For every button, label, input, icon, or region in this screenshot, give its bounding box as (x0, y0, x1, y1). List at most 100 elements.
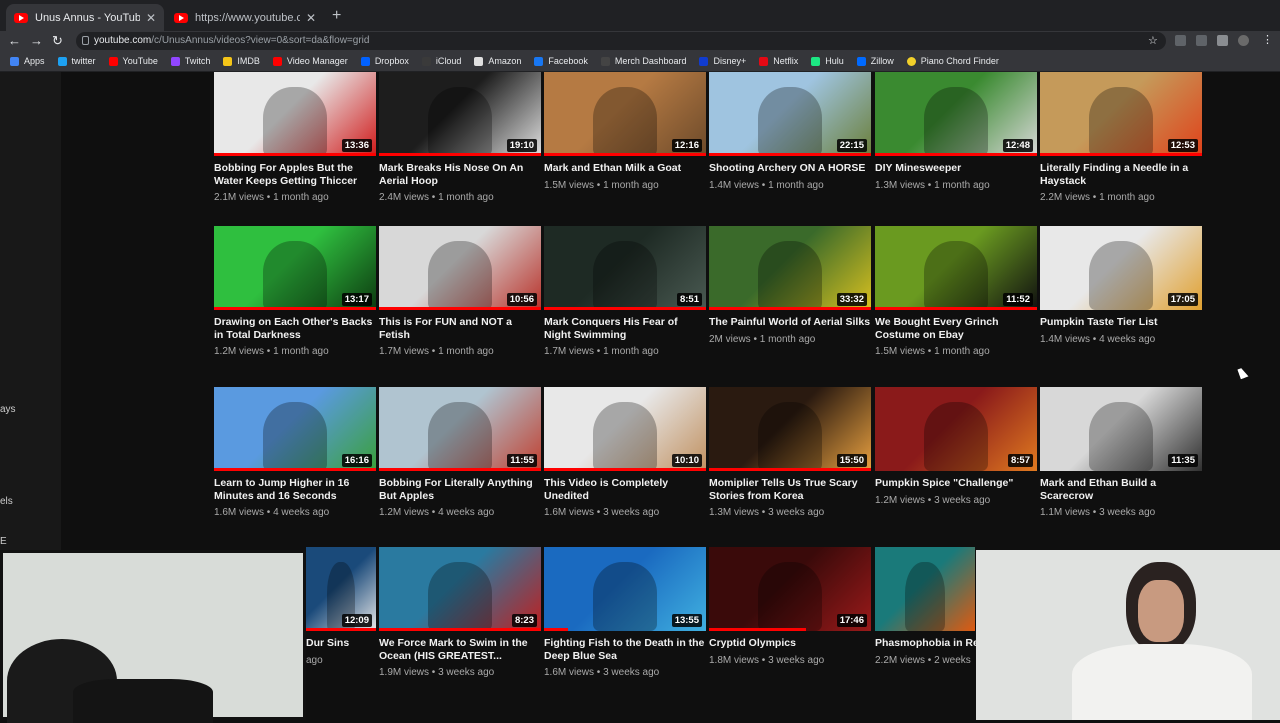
video-thumbnail[interactable]: 8:57 (875, 387, 1037, 471)
extension-icon[interactable] (1196, 35, 1207, 46)
bookmark-twitter[interactable]: twitter (57, 56, 96, 66)
video-title[interactable]: We Force Mark to Swim in the Ocean (HIS … (379, 637, 541, 662)
video-title[interactable]: Literally Finding a Needle in a Haystack (1040, 162, 1202, 187)
bookmark-apps[interactable]: Apps (10, 56, 45, 66)
video-title[interactable]: Momiplier Tells Us True Scary Stories fr… (709, 477, 871, 502)
video-card[interactable]: 8:51 Mark Conquers His Fear of Night Swim… (544, 226, 706, 357)
sidebar-fragment[interactable]: ays (0, 404, 16, 415)
video-thumbnail[interactable]: 19:10 (379, 72, 541, 156)
video-title[interactable]: The Painful World of Aerial Silks (709, 316, 871, 329)
bookmark-facebook[interactable]: Facebook (534, 56, 588, 66)
bookmark-disney[interactable]: Disney+ (699, 56, 746, 66)
video-card[interactable]: 22:15 Shooting Archery ON A HORSE 1.4M vie… (709, 72, 871, 191)
video-card[interactable]: 10:10 This Video is Completely Unedited 1.… (544, 387, 706, 518)
video-title[interactable]: This is For FUN and NOT a Fetish (379, 316, 541, 341)
video-title[interactable]: Bobbing For Literally Anything But Apple… (379, 477, 541, 502)
video-title[interactable]: Drawing on Each Other's Backs in Total D… (214, 316, 376, 341)
video-title[interactable]: Pumpkin Spice "Challenge" (875, 477, 1037, 490)
video-card[interactable]: 11:52 We Bought Every Grinch Costume on E… (875, 226, 1037, 357)
video-title[interactable]: This Video is Completely Unedited (544, 477, 706, 502)
address-bar[interactable]: youtube.com/c/UnusAnnus/videos?view=0&so… (76, 32, 1166, 50)
video-thumbnail[interactable]: 12:53 (1040, 72, 1202, 156)
bookmark-merch[interactable]: Merch Dashboard (600, 56, 686, 66)
video-thumbnail[interactable]: 10:56 (379, 226, 541, 310)
video-card[interactable]: 16:16 Learn to Jump Higher in 16 Minutes … (214, 387, 376, 518)
video-card[interactable]: 11:55 Bobbing For Literally Anything But … (379, 387, 541, 518)
sidebar-fragment[interactable]: els (0, 496, 13, 507)
bookmark-piano[interactable]: Piano Chord Finder (906, 56, 999, 66)
video-title[interactable]: Dur Sins (306, 637, 376, 650)
video-title[interactable]: DIY Minesweeper (875, 162, 1037, 175)
bookmark-imdb[interactable]: IMDB (223, 56, 260, 66)
video-thumbnail[interactable]: 11:52 (875, 226, 1037, 310)
new-tab-button[interactable]: + (332, 7, 341, 25)
video-thumbnail[interactable]: 17:46 (709, 547, 871, 631)
close-icon[interactable]: ✕ (306, 11, 316, 25)
video-thumbnail[interactable]: 12:09 (306, 547, 376, 631)
video-thumbnail[interactable]: 11:55 (379, 387, 541, 471)
bookmark-zillow[interactable]: Zillow (856, 56, 894, 66)
video-card[interactable]: 15:50 Momiplier Tells Us True Scary Stori… (709, 387, 871, 518)
video-thumbnail[interactable]: 33:32 (709, 226, 871, 310)
video-card[interactable]: 10:56 This is For FUN and NOT a Fetish 1.7… (379, 226, 541, 357)
video-card[interactable]: 13:55 Fighting Fish to the Death in the D… (544, 547, 706, 678)
video-thumbnail[interactable]: 10:10 (544, 387, 706, 471)
mouse-cursor-icon (1237, 366, 1249, 380)
video-card[interactable]: 8:23 We Force Mark to Swim in the Ocean (… (379, 547, 541, 678)
puzzle-icon[interactable] (1217, 35, 1228, 46)
video-thumbnail[interactable]: 12:16 (544, 72, 706, 156)
bookmark-hulu[interactable]: Hulu (811, 56, 844, 66)
video-title[interactable]: Learn to Jump Higher in 16 Minutes and 1… (214, 477, 376, 502)
video-thumbnail[interactable]: 13:55 (544, 547, 706, 631)
video-thumbnail[interactable]: 22:15 (709, 72, 871, 156)
video-card[interactable]: 8:57 Pumpkin Spice "Challenge" 1.2M views … (875, 387, 1037, 506)
tab-youtube-live[interactable]: https://www.youtube.com/live ✕ (166, 4, 324, 31)
video-card[interactable]: 17:46 Cryptid Olympics 1.8M views • 3 week… (709, 547, 871, 666)
video-thumbnail[interactable]: 13:17 (214, 226, 376, 310)
video-title[interactable]: Mark and Ethan Milk a Goat (544, 162, 706, 175)
video-title[interactable]: Mark Breaks His Nose On An Aerial Hoop (379, 162, 541, 187)
forward-arrow-icon[interactable]: → (30, 33, 43, 48)
video-card[interactable]: 12:48 DIY Minesweeper 1.3M views • 1 month… (875, 72, 1037, 191)
video-title[interactable]: We Bought Every Grinch Costume on Ebay (875, 316, 1037, 341)
bookmark-twitch[interactable]: Twitch (170, 56, 210, 66)
bookmark-netflix[interactable]: Netflix (759, 56, 798, 66)
star-icon[interactable]: ☆ (1148, 34, 1158, 47)
video-card[interactable]: 19:10 Mark Breaks His Nose On An Aerial H… (379, 72, 541, 203)
tab-unus-annus[interactable]: Unus Annus - YouTube ✕ (6, 4, 164, 31)
video-thumbnail[interactable]: 8:23 (379, 547, 541, 631)
video-title[interactable]: Cryptid Olympics (709, 637, 871, 650)
avatar[interactable] (1238, 35, 1249, 46)
back-arrow-icon[interactable]: ← (8, 33, 21, 48)
bookmark-video-manager[interactable]: Video Manager (272, 56, 348, 66)
video-card[interactable]: 12:16 Mark and Ethan Milk a Goat 1.5M view… (544, 72, 706, 191)
video-title[interactable]: Shooting Archery ON A HORSE (709, 162, 871, 175)
video-title[interactable]: Mark and Ethan Build a Scarecrow (1040, 477, 1202, 502)
video-thumbnail[interactable] (875, 547, 975, 631)
video-card[interactable]: 12:53 Literally Finding a Needle in a Hay… (1040, 72, 1202, 203)
video-card[interactable]: 13:17 Drawing on Each Other's Backs in To… (214, 226, 376, 357)
extension-icon[interactable] (1175, 35, 1186, 46)
video-thumbnail[interactable]: 8:51 (544, 226, 706, 310)
bookmark-amazon[interactable]: Amazon (474, 56, 521, 66)
video-card[interactable]: 17:05 Pumpkin Taste Tier List 1.4M views •… (1040, 226, 1202, 345)
video-card[interactable]: 11:35 Mark and Ethan Build a Scarecrow 1.1… (1040, 387, 1202, 518)
video-thumbnail[interactable]: 12:48 (875, 72, 1037, 156)
bookmark-youtube[interactable]: YouTube (108, 56, 158, 66)
video-title[interactable]: Bobbing For Apples But the Water Keeps G… (214, 162, 376, 187)
video-thumbnail[interactable]: 15:50 (709, 387, 871, 471)
menu-icon[interactable]: ⋮ (1262, 33, 1273, 46)
video-card[interactable]: 33:32 The Painful World of Aerial Silks 2M… (709, 226, 871, 345)
bookmark-icloud[interactable]: iCloud (421, 56, 461, 66)
video-title[interactable]: Mark Conquers His Fear of Night Swimming (544, 316, 706, 341)
reload-icon[interactable]: ↻ (52, 33, 63, 49)
close-icon[interactable]: ✕ (146, 11, 156, 25)
video-thumbnail[interactable]: 16:16 (214, 387, 376, 471)
video-thumbnail[interactable]: 11:35 (1040, 387, 1202, 471)
video-thumbnail[interactable]: 13:36 (214, 72, 376, 156)
video-thumbnail[interactable]: 17:05 (1040, 226, 1202, 310)
video-title[interactable]: Fighting Fish to the Death in the Deep B… (544, 637, 706, 662)
bookmark-dropbox[interactable]: Dropbox (360, 56, 409, 66)
video-card[interactable]: 13:36 Bobbing For Apples But the Water Ke… (214, 72, 376, 203)
video-title[interactable]: Pumpkin Taste Tier List (1040, 316, 1202, 329)
